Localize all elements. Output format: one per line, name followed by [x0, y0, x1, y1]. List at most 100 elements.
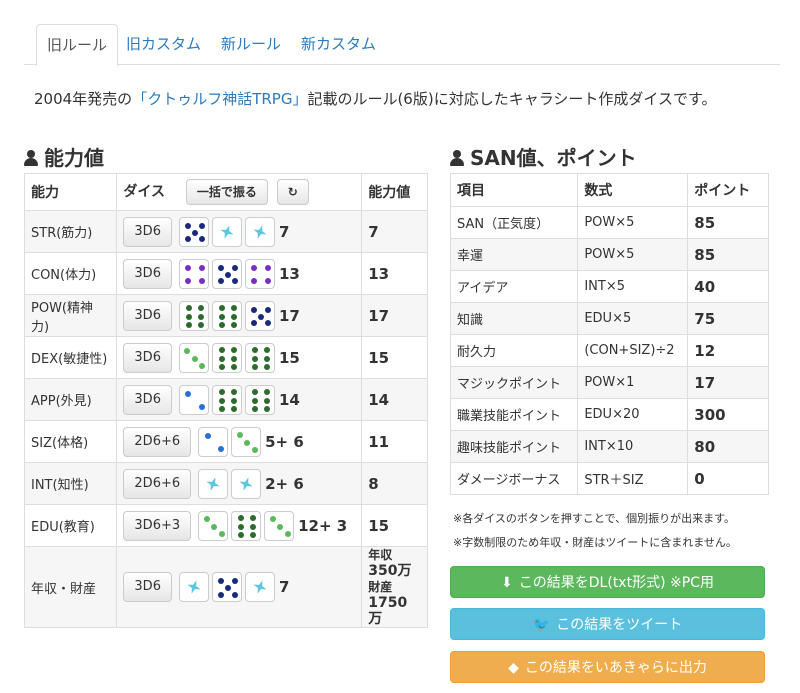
ability-row: POW(精神力) 3D6 17 17	[23, 294, 428, 337]
roll-dice-button[interactable]: 3D6	[123, 300, 172, 331]
ability-dice: 2D6+6 5+ 6	[116, 420, 363, 463]
die-face-icon	[211, 342, 242, 373]
san-formula: INT×10	[577, 430, 689, 463]
die-face-icon	[211, 384, 242, 415]
ability-name: INT(知性)	[23, 462, 118, 505]
roll-dice-button[interactable]: 3D6	[123, 572, 172, 602]
roll-dice-button[interactable]: 3D6+3	[123, 510, 192, 541]
ability-dice: 3D6+3 12+ 3	[116, 504, 363, 547]
roll-all-button[interactable]: 一括で振る	[185, 179, 268, 205]
san-point: 85	[687, 238, 769, 271]
dice-total: 2+ 6	[265, 474, 304, 493]
user-icon	[24, 150, 38, 166]
dice-total: 15	[278, 348, 300, 367]
income-value: 350万	[368, 563, 412, 579]
san-row: 知識 EDU×5 75	[449, 302, 769, 335]
ability-dice: 3D6 14	[116, 378, 363, 421]
dice-total: 7	[278, 578, 290, 596]
san-point: 85	[687, 206, 769, 239]
san-item: 趣味技能ポイント	[449, 430, 579, 463]
download-button[interactable]: ⬇ この結果をDL(txt形式) ※PC用	[450, 566, 765, 598]
tweet-button[interactable]: 🐦 この結果をツイート	[450, 608, 765, 640]
san-header-row: 項目 数式 ポイント	[449, 173, 769, 207]
dice-total: 5+ 6	[265, 432, 304, 451]
die-face-icon	[211, 572, 242, 602]
ability-value: 15	[361, 336, 428, 379]
refresh-button[interactable]: ↻	[276, 179, 309, 205]
ability-row: CON(体力) 3D6 13 13	[23, 252, 428, 295]
header-point: ポイント	[687, 173, 769, 207]
roll-dice-button[interactable]: 2D6+6	[123, 426, 192, 457]
die-face-icon	[231, 426, 262, 457]
ability-table: 能力 ダイス 一括で振る ↻ 能力値 STR(筋力) 3D6 7 7 CON(体力) 3D…	[23, 173, 428, 628]
iachara-button[interactable]: ◆ この結果をいあきゃらに出力	[450, 651, 765, 683]
san-row: 職業技能ポイント EDU×20 300	[449, 398, 769, 431]
ability-row: DEX(敏捷性) 3D6 15 15	[23, 336, 428, 379]
die-face-icon	[244, 300, 275, 331]
abilities-heading: 能力値	[24, 142, 104, 171]
header-dice: ダイス 一括で振る ↻	[116, 173, 363, 211]
rule-tabs: 旧ルール 旧カスタム 新ルール 新カスタム	[24, 24, 780, 66]
san-formula: POW×5	[577, 206, 689, 239]
roll-dice-button[interactable]: 3D6	[123, 258, 172, 289]
san-point: 75	[687, 302, 769, 335]
ability-header-row: 能力 ダイス 一括で振る ↻ 能力値	[23, 173, 428, 211]
san-item: 職業技能ポイント	[449, 398, 579, 431]
san-item: SAN（正気度）	[449, 206, 579, 239]
san-row: アイデア INT×5 40	[449, 270, 769, 303]
san-item: マジックポイント	[449, 366, 579, 399]
san-table: 項目 数式 ポイント SAN（正気度） POW×5 85 幸運 POW×5 85 アイデア I…	[449, 173, 769, 495]
roll-dice-button[interactable]: 3D6	[123, 216, 172, 247]
ability-row: APP(外見) 3D6 14 14	[23, 378, 428, 421]
ability-name: EDU(教育)	[23, 504, 118, 547]
cthulhu-link[interactable]: 「クトゥルフ神話TRPG」	[132, 90, 307, 108]
san-formula: EDU×5	[577, 302, 689, 335]
tab-old-rule[interactable]: 旧ルール	[36, 24, 119, 66]
roll-dice-button[interactable]: 3D6	[123, 342, 172, 373]
san-point: 0	[687, 462, 769, 495]
ability-name: POW(精神力)	[23, 294, 118, 337]
iachara-icon: ◆	[508, 660, 519, 676]
die-face-icon	[198, 468, 229, 499]
die-face-icon	[244, 342, 275, 373]
income-label: 年収	[368, 548, 393, 562]
note-individual-roll: ※各ダイスのボタンを押すことで、個別振りが出来ます。	[453, 512, 736, 525]
ability-row: INT(知性) 2D6+6 2+ 6 8	[23, 462, 428, 505]
san-row: 幸運 POW×5 85	[449, 238, 769, 271]
die-face-icon	[244, 384, 275, 415]
header-formula: 数式	[577, 173, 689, 207]
tweet-label: この結果をツイート	[556, 617, 683, 633]
die-face-icon	[178, 342, 209, 373]
header-value: 能力値	[361, 173, 428, 211]
san-row: ダメージボーナス STR＋SIZ 0	[449, 462, 769, 495]
note-tweet-limit: ※字数制限のため年収・財産はツイートに含まれません。	[453, 536, 737, 549]
income-block: 年収 350万 財産 1750万	[368, 547, 421, 627]
tab-new-rule[interactable]: 新ルール	[211, 24, 291, 65]
die-face-icon	[264, 510, 295, 541]
ability-name: 年収・財産	[23, 546, 118, 628]
die-face-icon	[198, 510, 229, 541]
die-face-icon	[231, 510, 262, 541]
die-face-icon	[244, 572, 275, 602]
ability-value: 17	[361, 294, 428, 337]
san-formula: EDU×20	[577, 398, 689, 431]
die-face-icon	[178, 300, 209, 331]
san-formula: POW×5	[577, 238, 689, 271]
san-row: 趣味技能ポイント INT×10 80	[449, 430, 769, 463]
tab-old-custom[interactable]: 旧カスタム	[116, 24, 211, 65]
ability-value: 年収 350万 財産 1750万	[361, 546, 428, 628]
die-face-icon	[178, 216, 209, 247]
ability-name: CON(体力)	[23, 252, 118, 295]
dice-total: 14	[278, 390, 300, 409]
roll-dice-button[interactable]: 2D6+6	[123, 468, 192, 499]
san-point: 17	[687, 366, 769, 399]
san-item: 知識	[449, 302, 579, 335]
dice-total: 17	[278, 306, 300, 325]
roll-dice-button[interactable]: 3D6	[123, 384, 172, 415]
ability-row: EDU(教育) 3D6+3 12+ 3 15	[23, 504, 428, 547]
ability-name: APP(外見)	[23, 378, 118, 421]
san-item: 幸運	[449, 238, 579, 271]
san-point: 40	[687, 270, 769, 303]
tab-new-custom[interactable]: 新カスタム	[291, 24, 386, 65]
dice-total: 12+ 3	[298, 516, 348, 535]
